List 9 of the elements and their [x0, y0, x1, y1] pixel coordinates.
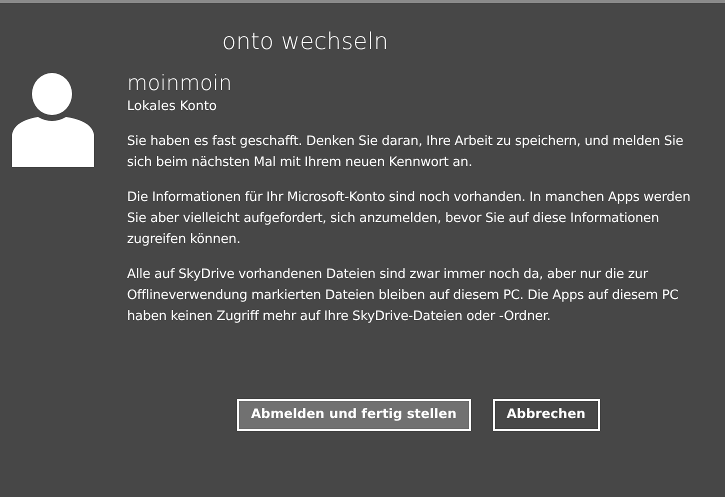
account-type: Lokales Konto [127, 98, 218, 116]
cancel-button[interactable]: Abbrechen [492, 399, 600, 431]
account-name: moinmoin [127, 70, 233, 97]
dialog-title: onto wechseln [222, 28, 390, 57]
info-paragraph: Die Informationen für Ihr Microsoft-Konto sind noch vorhanden. In manchen Apps werden Sie aber vielleicht aufgefordert, sich anzumelden, bevor Sie auf diese Informationen zugreifen können. [127, 189, 692, 249]
user-icon [12, 73, 94, 167]
info-paragraph: Sie haben es fast geschafft. Denken Sie daran, Ihre Arbeit zu speichern, und melden Sie sich beim nächsten Mal mit Ihrem neuen Kennwort an. [127, 133, 684, 172]
sign-out-button[interactable]: Abmelden und fertig stellen [237, 399, 471, 431]
info-paragraph: Alle auf SkyDrive vorhandenen Dateien sind zwar immer noch da, aber nur die zur Offlineverwendung markierten Dateien bleiben auf diesem PC. Die Apps auf diesem PC haben keinen Zugriff mehr auf Ihre SkyDrive-Dateien oder -Ordner. [127, 266, 680, 326]
